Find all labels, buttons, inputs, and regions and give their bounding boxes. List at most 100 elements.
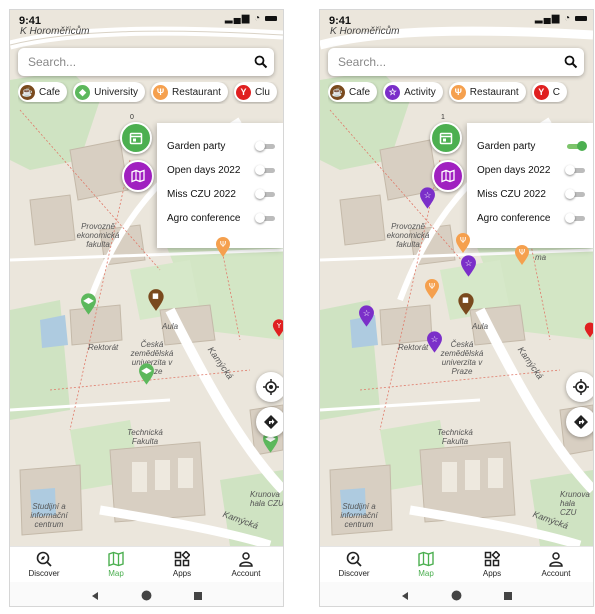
nav-account[interactable]: Account <box>526 550 586 578</box>
club-pin[interactable]: Y <box>272 316 283 340</box>
map-icon <box>418 551 434 567</box>
apps-icon <box>174 551 190 567</box>
chip-restaurant[interactable]: Ψ Restaurant <box>448 82 526 102</box>
event-toggle[interactable] <box>565 165 585 175</box>
event-row-garden-party[interactable]: Garden party <box>167 137 283 155</box>
event-row-garden-party[interactable]: Garden party <box>477 137 593 155</box>
cafe-pin[interactable] <box>147 288 165 312</box>
directions-button[interactable] <box>256 407 283 437</box>
event-toggle[interactable] <box>565 189 585 199</box>
chip-label: C <box>552 86 560 98</box>
nav-apps[interactable]: Apps <box>462 550 522 578</box>
chip-club[interactable]: Y Clu <box>233 82 277 102</box>
events-panel: Garden party Open days 2022 Miss CZU 202… <box>157 123 283 248</box>
chip-label: University <box>94 86 139 98</box>
chip-university[interactable]: ◆ University <box>73 82 146 102</box>
event-row-agro-conference[interactable]: Agro conference <box>477 209 593 227</box>
restaurant-pin[interactable]: Ψ <box>514 244 530 266</box>
event-label: Open days 2022 <box>167 164 241 176</box>
activity-pin[interactable]: ☆ <box>460 254 477 278</box>
cocktail-icon: Y <box>533 84 549 100</box>
chip-label: Restaurant <box>172 86 221 98</box>
back-icon[interactable] <box>400 588 410 606</box>
search-bar[interactable] <box>328 48 584 76</box>
chip-restaurant[interactable]: Ψ Restaurant <box>151 82 228 102</box>
svg-text:Ψ: Ψ <box>519 248 525 257</box>
calendar-icon <box>129 132 143 145</box>
street-label-top: K Horoměřicům <box>20 26 90 37</box>
event-toggle[interactable] <box>255 189 275 199</box>
event-label: Agro conference <box>477 212 551 224</box>
event-toggle[interactable] <box>255 213 275 223</box>
activity-pin[interactable]: ☆ <box>358 304 375 328</box>
club-pin[interactable] <box>584 318 593 342</box>
nav-map[interactable]: Map <box>396 550 456 578</box>
home-icon[interactable] <box>141 588 152 606</box>
chip-cafe[interactable]: ☕ Cafe <box>328 82 378 102</box>
event-row-miss-czu[interactable]: Miss CZU 2022 <box>167 185 283 203</box>
map-label-study-centre: Studijní a informační centrum <box>340 502 378 529</box>
events-panel: Garden party Open days 2022 Miss CZU 202… <box>467 123 593 248</box>
svg-text:Ψ: Ψ <box>220 240 226 249</box>
recents-icon[interactable] <box>503 588 513 606</box>
nav-map[interactable]: Map <box>86 550 146 578</box>
back-icon[interactable] <box>90 588 100 606</box>
cafe-pin[interactable] <box>457 292 475 316</box>
search-icon[interactable] <box>558 48 584 76</box>
map-label-aula: Aula <box>472 322 489 331</box>
chip-label: Activity <box>404 86 436 98</box>
svg-text:Ψ: Ψ <box>460 236 466 245</box>
event-row-open-days[interactable]: Open days 2022 <box>477 161 593 179</box>
nav-discover[interactable]: Discover <box>324 550 384 578</box>
my-location-button[interactable] <box>566 372 593 402</box>
phone-screen-right: K Horoměřicům Provozně ekonomická fakult… <box>320 10 593 606</box>
search-input[interactable] <box>18 54 248 70</box>
svg-text:Y: Y <box>276 322 282 330</box>
phone-screen-left: K Horoměřicům Provozně ekonomická fakult… <box>10 10 283 606</box>
activity-pin[interactable]: ☆ <box>426 330 443 354</box>
search-bar[interactable] <box>18 48 274 76</box>
map-label-technical: Technická Fakulta <box>437 428 473 446</box>
event-row-open-days[interactable]: Open days 2022 <box>167 161 283 179</box>
nav-account[interactable]: Account <box>216 550 276 578</box>
event-toggle[interactable] <box>565 213 585 223</box>
svg-text:☆: ☆ <box>363 309 371 319</box>
restaurant-pin[interactable]: Ψ <box>424 278 440 300</box>
nav-discover[interactable]: Discover <box>14 550 74 578</box>
calendar-button[interactable] <box>120 122 152 154</box>
coffee-cup-icon: ☕ <box>20 84 35 100</box>
restaurant-pin[interactable]: Ψ <box>215 236 231 258</box>
svg-text:☆: ☆ <box>431 335 439 345</box>
event-row-agro-conference[interactable]: Agro conference <box>167 209 283 227</box>
event-toggle[interactable] <box>255 165 275 175</box>
chip-club[interactable]: YC <box>531 82 567 102</box>
map-layer-button[interactable] <box>432 160 464 192</box>
event-toggle[interactable] <box>567 141 587 151</box>
calendar-button[interactable] <box>430 122 462 154</box>
search-input[interactable] <box>328 54 558 70</box>
directions-icon <box>574 415 588 429</box>
my-location-button[interactable] <box>256 372 283 402</box>
event-label: Open days 2022 <box>477 164 551 176</box>
map-icon <box>108 551 124 567</box>
search-icon[interactable] <box>248 48 274 76</box>
nav-label: Map <box>418 569 434 578</box>
university-pin[interactable] <box>80 292 97 316</box>
directions-button[interactable] <box>566 407 593 437</box>
chip-cafe[interactable]: ☕ Cafe <box>18 82 68 102</box>
recents-icon[interactable] <box>193 588 203 606</box>
restaurant-pin[interactable]: Ψ <box>455 232 471 254</box>
nav-label: Account <box>231 569 261 578</box>
nav-label: Discover <box>28 569 60 578</box>
event-row-miss-czu[interactable]: Miss CZU 2022 <box>477 185 593 203</box>
event-toggle[interactable] <box>255 141 275 151</box>
university-pin[interactable] <box>138 362 155 386</box>
activity-pin[interactable]: ☆ <box>419 186 436 210</box>
map-layer-button[interactable] <box>122 160 154 192</box>
chip-activity[interactable]: ☆ Activity <box>383 82 443 102</box>
fork-knife-icon: Ψ <box>450 84 466 100</box>
map-label-faculty: Provozně ekonomická fakulta <box>386 222 430 249</box>
folded-map-icon <box>441 169 455 183</box>
nav-apps[interactable]: Apps <box>152 550 212 578</box>
home-icon[interactable] <box>451 588 462 606</box>
